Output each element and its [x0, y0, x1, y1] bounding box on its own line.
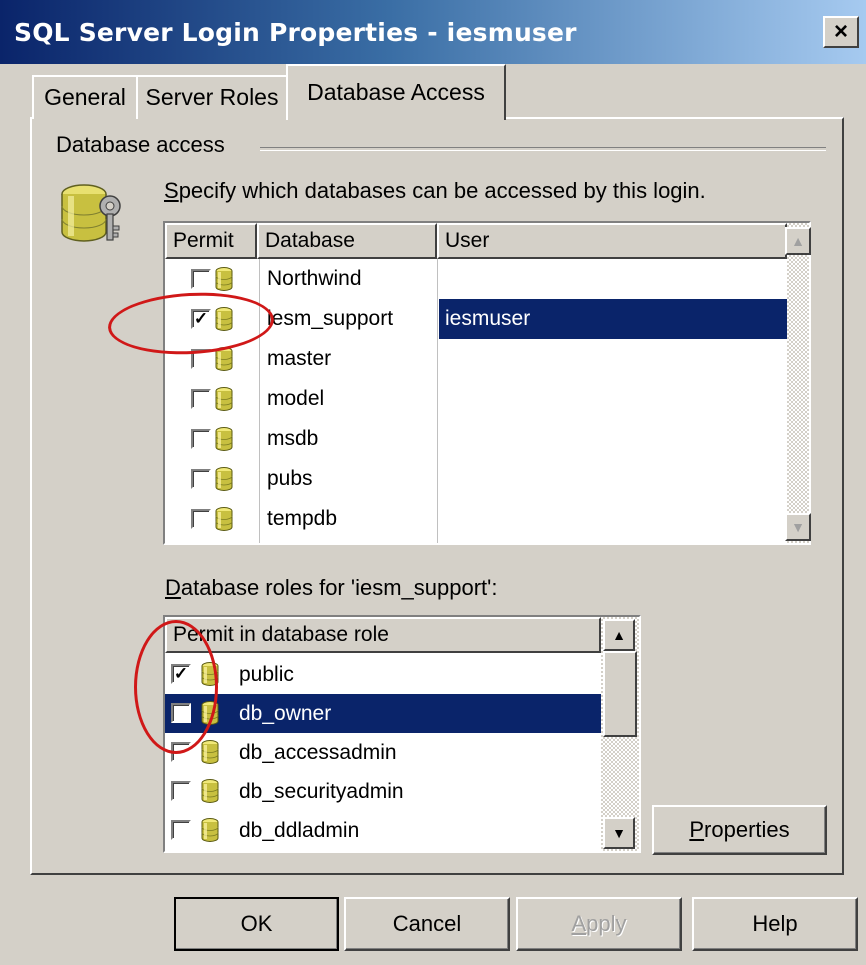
role-row[interactable]: ✓ public: [165, 655, 601, 694]
database-icon: [215, 266, 233, 292]
role-checkbox[interactable]: [171, 781, 191, 801]
database-icon: [215, 506, 233, 532]
column-header-database[interactable]: Database: [257, 223, 437, 259]
role-row[interactable]: db_accessadmin: [165, 733, 601, 772]
role-name: public: [239, 663, 294, 686]
group-divider: [260, 147, 826, 151]
database-row[interactable]: msdb: [165, 419, 785, 459]
tab-general[interactable]: General: [32, 75, 138, 119]
role-row[interactable]: ✓ db_owner: [165, 694, 601, 733]
database-name: iesm_support: [267, 307, 394, 330]
database-user: [439, 459, 787, 499]
close-button[interactable]: ×: [823, 16, 859, 48]
database-list[interactable]: Permit Database User Northwind ✓ iesm_supp…: [163, 221, 811, 545]
scroll-up-button[interactable]: ▲: [785, 227, 811, 255]
role-name: db_owner: [239, 702, 332, 725]
database-user: [439, 419, 787, 459]
role-name: db_securityadmin: [239, 780, 404, 803]
permit-checkbox[interactable]: [191, 429, 211, 449]
column-header-user[interactable]: User: [437, 223, 787, 259]
permit-checkbox[interactable]: [191, 269, 211, 289]
column-header-role[interactable]: Permit in database role: [165, 617, 601, 653]
permit-checkbox[interactable]: [191, 389, 211, 409]
tab-database-access[interactable]: Database Access: [286, 64, 506, 120]
database-name: model: [267, 387, 325, 410]
tab-server-roles[interactable]: Server Roles: [136, 75, 288, 119]
database-icon: [215, 466, 233, 492]
role-name: db_ddladmin: [239, 819, 360, 842]
scroll-up-button[interactable]: ▲: [603, 619, 635, 651]
role-row[interactable]: db_securityadmin: [165, 772, 601, 811]
database-security-icon: [61, 184, 121, 242]
cancel-button[interactable]: Cancel: [344, 897, 510, 951]
database-user: [439, 499, 787, 539]
role-row[interactable]: db_ddladmin: [165, 811, 601, 850]
database-row[interactable]: pubs: [165, 459, 785, 499]
database-row[interactable]: master: [165, 339, 785, 379]
scroll-down-button[interactable]: ▼: [603, 817, 635, 849]
database-role-icon: [201, 778, 219, 804]
database-icon: [215, 426, 233, 452]
database-name: pubs: [267, 467, 313, 490]
database-row[interactable]: model: [165, 379, 785, 419]
database-name: Northwind: [267, 267, 362, 290]
scroll-thumb[interactable]: [603, 651, 637, 737]
annotation-ellipse: [134, 620, 218, 754]
database-user: [439, 259, 787, 299]
database-name: master: [267, 347, 332, 370]
database-roles-list[interactable]: Permit in database role ✓ public ✓ db_owner…: [163, 615, 641, 853]
help-button[interactable]: Help: [692, 897, 858, 951]
database-name: msdb: [267, 427, 319, 450]
database-icon: [215, 386, 233, 412]
ok-button[interactable]: OK: [174, 897, 339, 951]
specify-label: Specify which databases can be accessed …: [164, 178, 706, 203]
database-user: iesmuser: [439, 299, 787, 339]
db-list-scrollbar[interactable]: [787, 223, 809, 543]
window-title: SQL Server Login Properties - iesmuser: [14, 18, 577, 47]
role-name: db_accessadmin: [239, 741, 397, 764]
database-row[interactable]: Northwind: [165, 259, 785, 299]
scroll-down-button[interactable]: ▼: [785, 513, 811, 541]
group-label: Database access: [56, 132, 235, 158]
column-header-permit[interactable]: Permit: [165, 223, 257, 259]
permit-checkbox[interactable]: [191, 469, 211, 489]
role-checkbox[interactable]: [171, 820, 191, 840]
roles-label: Database roles for 'iesm_support':: [165, 575, 498, 600]
database-user: [439, 379, 787, 419]
database-role-icon: [201, 739, 219, 765]
permit-checkbox[interactable]: [191, 509, 211, 529]
database-row[interactable]: tempdb: [165, 499, 785, 539]
database-user: [439, 339, 787, 379]
apply-button[interactable]: Apply: [516, 897, 682, 951]
database-role-icon: [201, 817, 219, 843]
properties-button[interactable]: Properties: [652, 805, 827, 855]
database-name: tempdb: [267, 507, 338, 530]
